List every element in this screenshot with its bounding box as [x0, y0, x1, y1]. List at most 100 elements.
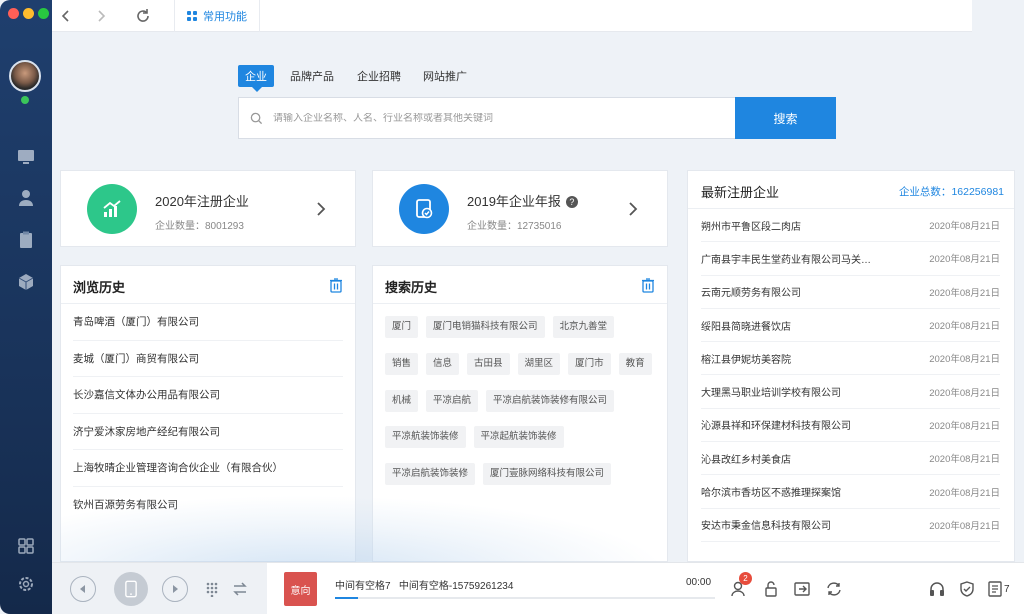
panel-title: 浏览历史 — [73, 280, 126, 295]
panel-header: 最新注册企业 企业总数：162256981 — [688, 171, 1014, 209]
new-companies-list: 朔州市平鲁区段二肉店 2020年08月21日 广南县宇丰民生堂药业有限公司马关… 2… — [688, 209, 1014, 542]
list-item[interactable]: 云南元顺劳务有限公司 2020年08月21日 — [701, 276, 1000, 309]
new-companies-panel: 最新注册企业 企业总数：162256981 朔州市平鲁区段二肉店 2020年08月… — [687, 170, 1015, 562]
list-item[interactable]: 朔州市平鲁区段二肉店 2020年08月21日 — [701, 209, 1000, 243]
dialpad-icon[interactable] — [204, 581, 220, 598]
list-item[interactable]: 济宁爱沐家房地产经纪有限公司 — [73, 414, 343, 451]
apps-grid-icon[interactable] — [16, 536, 36, 556]
call-log-icon[interactable] — [986, 580, 1004, 598]
history-tag[interactable]: 古田县 — [467, 352, 510, 375]
list-item[interactable]: 安达市秉金信息科技有限公司 2020年08月21日 — [701, 509, 1000, 542]
history-tag[interactable]: 平凉启航 — [426, 389, 479, 412]
list-item[interactable]: 上海牧晴企业管理咨询合伙企业（有限合伙） — [73, 450, 343, 487]
call-controls — [52, 563, 267, 614]
stat-title: 2020年注册企业 — [155, 194, 249, 209]
monitor-icon[interactable] — [16, 147, 36, 167]
history-tag[interactable]: 平凉起航装饰装修 — [473, 426, 564, 449]
history-tag[interactable]: 平凉启航装饰装修有限公司 — [486, 389, 615, 412]
history-tag[interactable]: 机械 — [385, 389, 419, 412]
list-item[interactable]: 广南县宇丰民生堂药业有限公司马关… 2020年08月21日 — [701, 242, 1000, 276]
clipboard-icon[interactable] — [16, 230, 36, 250]
call-progress-bar — [335, 597, 715, 599]
lock-icon[interactable] — [762, 580, 780, 598]
call-timer: 00:00 — [686, 577, 712, 588]
search-history-tags: 厦门 厦门电销猫科技有限公司 北京九善堂 销售 信息 古田县 湖里区 厦门市 教… — [373, 304, 667, 490]
history-tag[interactable]: 平凉启航装饰装修 — [385, 463, 476, 486]
previous-icon[interactable] — [70, 576, 96, 602]
help-icon[interactable]: ? — [565, 196, 578, 208]
history-tag[interactable]: 教育 — [618, 352, 652, 375]
badge-shield-icon[interactable] — [958, 580, 976, 598]
stat-card-2019-annual-report[interactable]: 2019年企业年报? 企业数量：12735016 — [372, 170, 668, 247]
panel-header: 浏览历史 — [61, 266, 355, 304]
next-icon[interactable] — [162, 576, 188, 602]
cube-icon[interactable] — [16, 272, 36, 292]
user-avatar[interactable] — [9, 60, 41, 92]
call-info: 中间有空格7 中间有空格-15759261234 — [335, 581, 514, 592]
trash-icon[interactable] — [641, 277, 655, 293]
grid-icon — [187, 11, 197, 21]
history-tag[interactable]: 厦门壹脉网络科技有限公司 — [483, 463, 612, 486]
minimize-window-button[interactable] — [23, 8, 34, 19]
list-item[interactable]: 青岛啤酒（厦门）有限公司 — [73, 304, 343, 341]
tab-common-functions[interactable]: 常用功能 — [174, 0, 260, 32]
chevron-right-icon[interactable] — [315, 201, 327, 217]
search-input[interactable] — [273, 112, 713, 124]
forward-arrow-icon[interactable] — [92, 7, 110, 25]
sync-icon[interactable] — [825, 580, 843, 598]
company-total: 企业总数：162256981 — [898, 186, 1004, 198]
top-bar: 常用功能 — [52, 0, 972, 32]
close-window-button[interactable] — [8, 8, 19, 19]
panel-header: 搜索历史 — [373, 266, 667, 304]
search-button[interactable]: 搜索 — [735, 97, 836, 139]
export-icon[interactable] — [793, 580, 811, 598]
call-bar: 意向 中间有空格7 中间有空格-15759261234 00:00 2 7 — [52, 562, 1024, 614]
call-contact-avatar[interactable]: 意向 — [284, 572, 317, 606]
headset-icon[interactable] — [928, 580, 946, 598]
search-history-panel: 搜索历史 厦门 厦门电销猫科技有限公司 北京九善堂 销售 信息 古田县 湖里区 … — [372, 265, 668, 562]
stat-card-2020-registered[interactable]: 2020年注册企业 企业数量：8001293 — [60, 170, 356, 247]
phone-button[interactable] — [114, 572, 148, 606]
history-tag[interactable]: 厦门市 — [568, 352, 611, 375]
search-tab-website-promotion[interactable]: 网站推广 — [423, 68, 467, 84]
back-arrow-icon[interactable] — [57, 7, 75, 25]
history-tag[interactable]: 厦门电销猫科技有限公司 — [426, 316, 545, 338]
list-item[interactable]: 大理黑马职业培训学校有限公司 2020年08月21日 — [701, 375, 1000, 409]
history-tag[interactable]: 平凉航装饰装修 — [385, 426, 466, 449]
search-tab-brand-products[interactable]: 品牌产品 — [290, 68, 334, 84]
transfer-icon[interactable] — [232, 581, 248, 597]
browse-history-panel: 浏览历史 青岛啤酒（厦门）有限公司 麦城（厦门）商贸有限公司 长沙嘉信文体办公用… — [60, 265, 356, 562]
refresh-icon[interactable] — [134, 7, 152, 25]
call-log-count: 7 — [1004, 584, 1010, 595]
trash-icon[interactable] — [329, 277, 343, 293]
settings-gear-icon[interactable] — [16, 574, 36, 594]
browse-history-list: 青岛啤酒（厦门）有限公司 麦城（厦门）商贸有限公司 长沙嘉信文体办公用品有限公司… — [61, 304, 355, 524]
history-tag[interactable]: 销售 — [385, 352, 419, 375]
report-check-icon — [399, 184, 449, 234]
panel-title: 搜索历史 — [385, 280, 438, 295]
contact-icon[interactable] — [16, 188, 36, 208]
history-tag[interactable]: 厦门 — [385, 316, 419, 338]
notification-badge: 2 — [739, 572, 752, 585]
maximize-window-button[interactable] — [38, 8, 49, 19]
list-item[interactable]: 沁县改红乡村美食店 2020年08月21日 — [701, 442, 1000, 476]
search-tab-company[interactable]: 企业 — [238, 65, 274, 92]
list-item[interactable]: 麦城（厦门）商贸有限公司 — [73, 341, 343, 378]
list-item[interactable]: 榕江县伊妮坊美容院 2020年08月21日 — [701, 342, 1000, 376]
list-item[interactable]: 钦州百源劳务有限公司 — [73, 487, 343, 524]
list-item[interactable]: 沁源县祥和环保建材科技有限公司 2020年08月21日 — [701, 409, 1000, 443]
history-tag[interactable]: 湖里区 — [517, 352, 561, 375]
stat-title: 2019年企业年报? — [467, 191, 578, 210]
trend-chart-icon — [87, 184, 137, 234]
list-item[interactable]: 绥阳县简晓进餐饮店 2020年08月21日 — [701, 309, 1000, 343]
list-item[interactable]: 哈尔滨市香坊区不惑推理探案馆 2020年08月21日 — [701, 475, 1000, 509]
chevron-right-icon[interactable] — [627, 201, 639, 217]
search-box — [238, 97, 736, 139]
history-tag[interactable]: 北京九善堂 — [552, 316, 615, 338]
list-item[interactable]: 长沙嘉信文体办公用品有限公司 — [73, 377, 343, 414]
online-status-dot — [21, 96, 29, 104]
tab-common-functions-label: 常用功能 — [203, 11, 247, 23]
stat-count: 企业数量：12735016 — [467, 221, 562, 232]
search-tab-recruitment[interactable]: 企业招聘 — [357, 68, 401, 84]
history-tag[interactable]: 信息 — [426, 352, 460, 375]
